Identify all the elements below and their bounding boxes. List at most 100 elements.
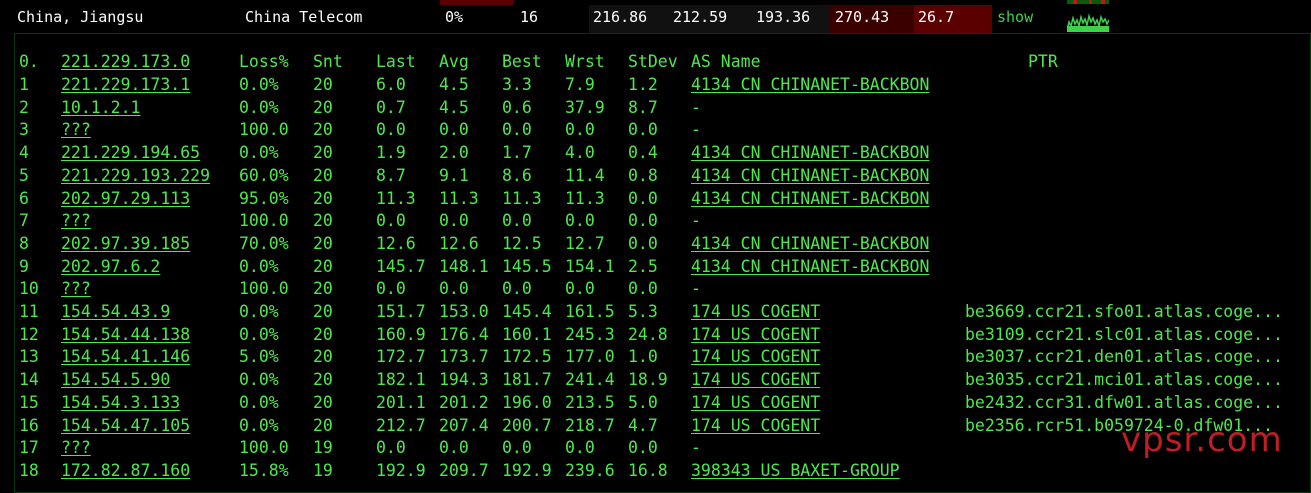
hop-best: 0.0 [502,438,532,458]
hop-snt: 20 [313,188,333,208]
hop-snt: 20 [313,143,333,163]
hop-host[interactable]: 202.97.6.2 [61,256,160,278]
hop-last: 6.0 [376,75,406,94]
hop-ptr: be2356.rcr51.b059724-0.dfw01... [965,415,1273,435]
hop-host[interactable]: 202.97.29.113 [61,188,190,210]
hop-as-name[interactable]: 4134 CN CHINANET-BACKBON [691,188,929,210]
hop-wrst: 213.5 [565,392,615,412]
hop-as-name[interactable]: 4134 CN CHINANET-BACKBON [691,256,929,278]
loss-value: 0% [445,8,464,26]
table-row: 1 221.229.173.1 0.0% 20 6.0 4.5 3.3 7.9 1.2 4134 … [15,74,1310,96]
hop-as-name[interactable]: 174 US COGENT [691,301,820,323]
hop-avg: 153.0 [439,302,489,321]
hop-host[interactable]: 154.54.44.138 [61,324,190,346]
hop-wrst: 161.5 [565,302,615,321]
hop-snt: 20 [313,165,333,185]
hop-host[interactable]: 172.82.87.160 [61,460,190,482]
hop-index: 13 [19,347,39,367]
hop-host[interactable]: 154.54.43.9 [61,301,170,323]
hop-last: 1.9 [376,143,406,163]
table-row: 6 202.97.29.113 95.0% 20 11.3 11.3 11.3 11.3 0.0… [15,188,1310,210]
hop-last: 0.0 [376,211,406,231]
hop-host[interactable]: 154.54.3.133 [61,392,180,414]
hop-host[interactable]: 221.229.173.1 [61,74,190,96]
hop-as-name[interactable]: 174 US COGENT [691,369,820,391]
isp-label: China Telecom [245,8,363,26]
hop-host[interactable]: 154.54.41.146 [61,346,190,368]
hop-index: 11 [19,302,39,321]
hop-last: 0.0 [376,120,406,140]
hop-stdev: 8.7 [628,97,658,117]
hop-ptr: be3109.ccr21.slc01.atlas.coge... [965,324,1283,344]
best-value: 193.36 [756,8,811,26]
hop-host[interactable]: 202.97.39.185 [61,233,190,255]
hop-stdev: 16.8 [628,460,668,480]
hop-ptr: be2432.ccr31.dfw01.atlas.coge... [965,392,1283,412]
hop-best: 145.4 [502,302,552,321]
hop-host[interactable]: 154.54.47.105 [61,415,190,437]
hop-host[interactable]: 221.229.194.65 [61,142,200,164]
hop-avg: 9.1 [439,165,469,185]
mtr-results-panel: 0. 221.229.173.0 Loss% Snt Last Avg Best… [14,33,1311,493]
hop-host[interactable]: ??? [61,210,91,232]
hop-stdev: 0.0 [628,233,658,253]
header-best: Best [502,52,542,71]
hop-as-name[interactable]: 4134 CN CHINANET-BACKBON [691,74,929,96]
hop-avg: 11.3 [439,188,479,208]
table-row: 8 202.97.39.185 70.0% 20 12.6 12.6 12.5 12.7 0.0… [15,233,1310,255]
hop-avg: 0.0 [439,211,469,231]
hop-avg: 173.7 [439,347,489,367]
header-wrst: Wrst [565,52,605,71]
hop-wrst: 245.3 [565,324,615,344]
hop-snt: 20 [313,233,333,253]
hop-loss: 0.0% [239,256,279,276]
hop-as-name[interactable]: 398343 US BAXET-GROUP [691,460,900,482]
show-link[interactable]: show [997,8,1033,26]
hop-host[interactable]: 154.54.5.90 [61,369,170,391]
hop-host[interactable]: 10.1.2.1 [61,97,140,119]
hop-wrst: 154.1 [565,256,615,276]
hop-avg: 148.1 [439,256,489,276]
hop-as-name[interactable]: 4134 CN CHINANET-BACKBON [691,233,929,255]
hop-wrst: 11.4 [565,165,605,185]
hop-index: 12 [19,324,39,344]
hop-stdev: 2.5 [628,256,658,276]
hop-host[interactable]: ??? [61,119,91,141]
hop-index: 10 [19,279,39,299]
hop-host[interactable]: ??? [61,278,91,300]
hop-stdev: 0.0 [628,438,658,458]
hop-host[interactable]: 221.229.193.229 [61,165,210,187]
hop-host[interactable]: ??? [61,437,91,459]
hop-loss: 0.0% [239,97,279,117]
hop-loss: 0.0% [239,370,279,390]
hop-avg: 12.6 [439,233,479,253]
header-target-host[interactable]: 221.229.173.0 [61,51,190,73]
hop-as-name[interactable]: 174 US COGENT [691,392,820,414]
hop-as-name[interactable]: 4134 CN CHINANET-BACKBON [691,142,929,164]
hop-loss: 100.0 [239,279,289,299]
hop-index: 15 [19,392,39,412]
hop-last: 212.7 [376,415,426,435]
hop-stdev: 24.8 [628,324,668,344]
hop-best: 8.6 [502,165,532,185]
hop-as-name[interactable]: 174 US COGENT [691,346,820,368]
hop-avg: 201.2 [439,392,489,412]
hop-snt: 20 [313,324,333,344]
hop-loss: 15.8% [239,460,289,480]
table-row: 18 172.82.87.160 15.8% 19 192.9 209.7 192.9 239… [15,460,1310,482]
hop-loss: 0.0% [239,302,279,321]
hop-index: 6 [19,188,29,208]
hop-avg: 2.0 [439,143,469,163]
hop-best: 0.0 [502,120,532,140]
hop-stdev: 5.0 [628,392,658,412]
hop-snt: 20 [313,302,333,321]
hop-as-name[interactable]: 4134 CN CHINANET-BACKBON [691,165,929,187]
hop-stdev: 1.2 [628,75,658,94]
hop-as-name[interactable]: 174 US COGENT [691,324,820,346]
location-label: China, Jiangsu [17,8,144,26]
hop-best: 0.6 [502,97,532,117]
hop-loss: 60.0% [239,165,289,185]
hop-avg: 0.0 [439,279,469,299]
worst-value: 270.43 [835,8,890,26]
hop-as-name[interactable]: 174 US COGENT [691,415,820,437]
